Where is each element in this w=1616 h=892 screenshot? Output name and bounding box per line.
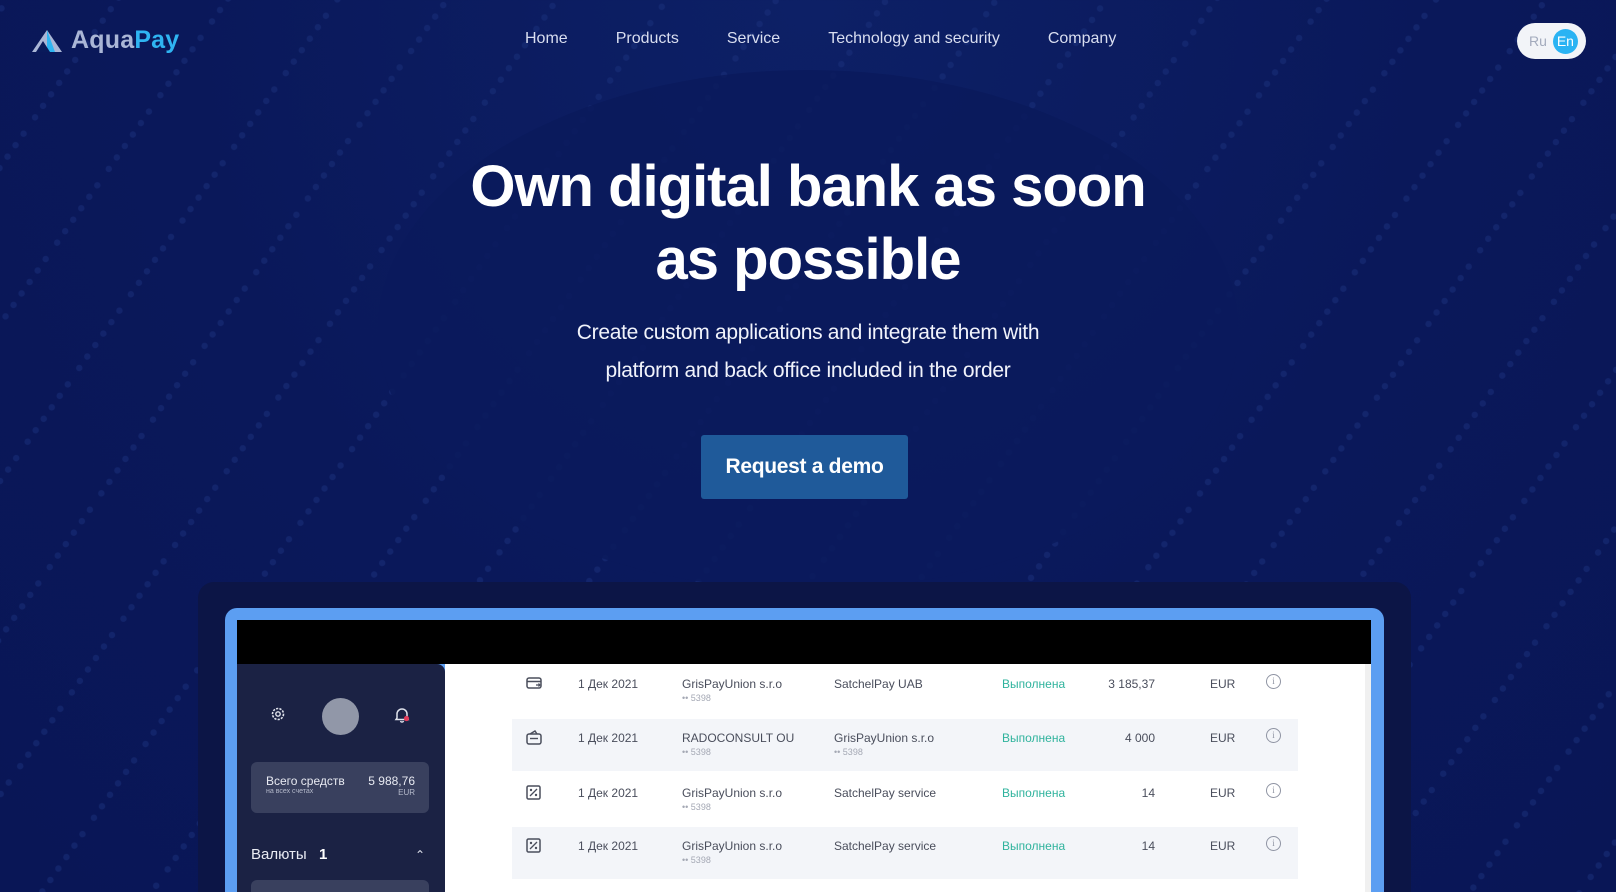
total-currency: EUR — [398, 788, 415, 797]
nav-home[interactable]: Home — [525, 30, 568, 48]
bell-icon[interactable] — [394, 706, 410, 724]
hero-title: Own digital bank as soon as possible — [470, 154, 1146, 292]
row-sender-acc: •• 5398 — [682, 693, 711, 703]
row-amount: 3 185,37 — [1108, 677, 1155, 691]
app-sidebar: Всего средств на всех счетах 5 988,76 EU… — [237, 664, 445, 892]
row-date: 1 Дек 2021 — [578, 839, 639, 853]
row-status: Выполнена — [1002, 731, 1066, 745]
currencies-label: Валюты — [251, 846, 307, 863]
row-date: 1 Дек 2021 — [578, 677, 639, 691]
info-icon[interactable]: i — [1266, 783, 1281, 798]
row-sender-acc: •• 5398 — [682, 802, 711, 812]
main-nav: Home Products Service Technology and sec… — [525, 30, 1116, 48]
row-receiver: SatchelPay UAB — [834, 677, 923, 691]
hero-subtitle: Create custom applications and integrate… — [576, 321, 1040, 382]
logo-mark-icon — [32, 29, 62, 52]
row-sender: GrisPayUnion s.r.o — [682, 677, 783, 691]
transfer-icon — [526, 677, 542, 689]
row-currency: EUR — [1210, 731, 1236, 745]
percent-icon — [526, 785, 541, 800]
row-status: Выполнена — [1002, 677, 1066, 691]
table-row[interactable]: 1 Дек 2021 GrisPayUnion s.r.o •• 5398 Sa… — [512, 774, 1298, 824]
currency-item[interactable] — [251, 880, 429, 892]
row-receiver: SatchelPay service — [834, 839, 937, 853]
info-icon[interactable]: i — [1266, 836, 1281, 851]
nav-technology-security[interactable]: Technology and security — [828, 30, 1000, 48]
row-status: Выполнена — [1002, 786, 1066, 800]
gear-icon[interactable] — [270, 706, 286, 722]
currencies-count: 1 — [319, 846, 328, 863]
row-receiver-acc: •• 5398 — [834, 747, 863, 757]
nav-products[interactable]: Products — [616, 30, 679, 48]
row-sender: GrisPayUnion s.r.o — [682, 839, 783, 853]
request-demo-button[interactable]: Request a demo — [701, 435, 908, 499]
lang-ru-option[interactable]: Ru — [1529, 33, 1547, 49]
total-balance-card[interactable]: Всего средств на всех счетах 5 988,76 EU… — [251, 762, 429, 813]
row-currency: EUR — [1210, 786, 1236, 800]
info-icon[interactable]: i — [1266, 674, 1281, 689]
total-sub: на всех счетах — [266, 788, 314, 795]
brand-logo[interactable]: AquaPay — [31, 26, 179, 55]
total-label: Всего средств — [266, 774, 345, 788]
wallet-icon — [526, 730, 542, 745]
row-status: Выполнена — [1002, 839, 1066, 853]
row-amount: 14 — [1141, 839, 1155, 853]
chevron-up-icon[interactable]: ⌃ — [415, 848, 425, 862]
screen-top-bar — [237, 620, 1371, 664]
row-sender-acc: •• 5398 — [682, 747, 711, 757]
row-date: 1 Дек 2021 — [578, 731, 639, 745]
scrollbar[interactable] — [1365, 664, 1371, 892]
row-receiver: SatchelPay service — [834, 786, 937, 800]
row-receiver: GrisPayUnion s.r.o — [834, 731, 935, 745]
table-row[interactable]: 1 Дек 2021 RADOCONSULT OU •• 5398 GrisPa… — [512, 719, 1298, 771]
total-value: 5 988,76 — [368, 774, 415, 788]
row-currency: EUR — [1210, 677, 1236, 691]
info-icon[interactable]: i — [1266, 728, 1281, 743]
table-row[interactable]: 1 Дек 2021 GrisPayUnion s.r.o •• 5398 Sa… — [512, 827, 1298, 879]
nav-company[interactable]: Company — [1048, 30, 1116, 48]
row-amount: 4 000 — [1124, 731, 1155, 745]
language-switcher[interactable]: Ru En — [1517, 23, 1586, 59]
nav-service[interactable]: Service — [727, 30, 780, 48]
row-date: 1 Дек 2021 — [578, 786, 639, 800]
row-sender: RADOCONSULT OU — [682, 731, 795, 745]
table-row[interactable]: 1 Дек 2021 GrisPayUnion s.r.o •• 5398 Sa… — [512, 665, 1298, 715]
row-sender: GrisPayUnion s.r.o — [682, 786, 783, 800]
row-currency: EUR — [1210, 839, 1236, 853]
percent-icon — [526, 838, 541, 853]
logo-text: AquaPay — [71, 26, 180, 54]
avatar[interactable] — [322, 698, 359, 735]
lang-en-option[interactable]: En — [1552, 28, 1578, 54]
row-amount: 14 — [1141, 786, 1155, 800]
row-sender-acc: •• 5398 — [682, 855, 711, 865]
